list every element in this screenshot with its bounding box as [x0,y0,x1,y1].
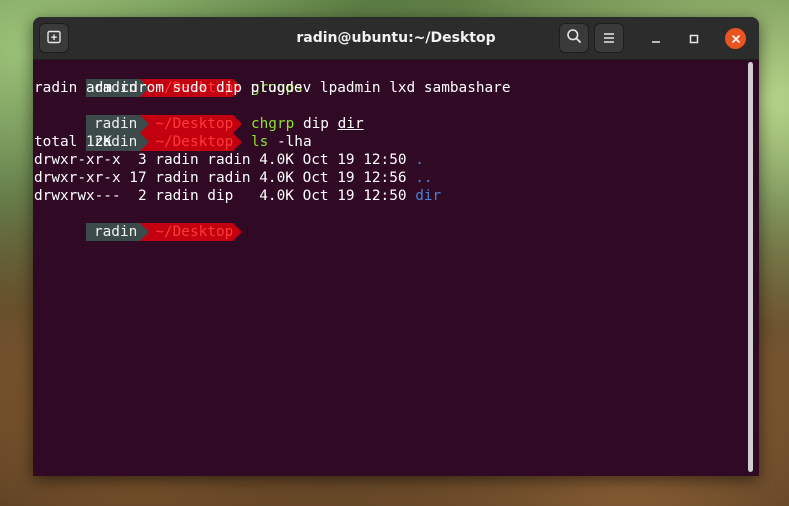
new-tab-button[interactable] [39,23,69,53]
ls-row: drwxrwx--- 2 radin dip 4.0K Oct 19 12:50… [34,187,441,205]
minimize-button[interactable] [646,28,666,48]
ls-row-meta: drwxr-xr-x 17 radin radin 4.0K Oct 19 12… [34,170,416,186]
prompt-line: radin ~/Desktop [34,205,243,241]
maximize-icon [689,29,699,48]
prompt-user: radin [85,223,141,241]
terminal-window: radin@ubuntu:~/Desktop radin ~/Desktop g… [33,17,759,476]
prompt-line: radin ~/Desktop groups [34,61,303,97]
search-button[interactable] [559,23,589,53]
scrollbar[interactable] [747,62,755,472]
hamburger-menu-icon [602,29,616,48]
output-line: total 12K [34,134,112,150]
output-line: radin adm cdrom sudo dip plugdev lpadmin… [34,80,511,96]
minimize-icon [651,29,661,48]
maximize-button[interactable] [684,28,704,48]
command-path-arg: dir [337,116,364,132]
command-name: ls [250,134,269,150]
close-icon [731,29,741,48]
prompt-dir: ~/Desktop [149,133,234,151]
prompt-separator [140,223,150,241]
ls-row-name: dir [415,188,442,204]
terminal-output[interactable]: radin ~/Desktop groups radin adm cdrom su… [33,60,745,476]
prompt-line: radin ~/Desktop chgrp dip dir [34,97,364,133]
search-icon [566,28,582,48]
menu-button[interactable] [594,23,624,53]
prompt-line: radin ~/Desktop ls -lha [34,115,312,151]
command-args: -lha [268,134,312,150]
ls-row: drwxr-xr-x 3 radin radin 4.0K Oct 19 12:… [34,151,424,169]
prompt-separator [140,133,150,151]
prompt-end-arrow [233,133,243,151]
ls-row-name: . [415,152,424,168]
ls-row: drwxr-xr-x 17 radin radin 4.0K Oct 19 12… [34,169,433,187]
ls-row-name: .. [415,170,433,186]
ls-row-meta: drwxrwx--- 2 radin dip 4.0K Oct 19 12:50 [34,188,416,204]
prompt-end-arrow [233,223,243,241]
ls-row-meta: drwxr-xr-x 3 radin radin 4.0K Oct 19 12:… [34,152,416,168]
scrollbar-thumb[interactable] [748,62,753,472]
prompt-dir: ~/Desktop [149,223,234,241]
title-bar: radin@ubuntu:~/Desktop [33,17,759,60]
new-tab-icon [47,29,61,48]
close-button[interactable] [725,28,746,49]
